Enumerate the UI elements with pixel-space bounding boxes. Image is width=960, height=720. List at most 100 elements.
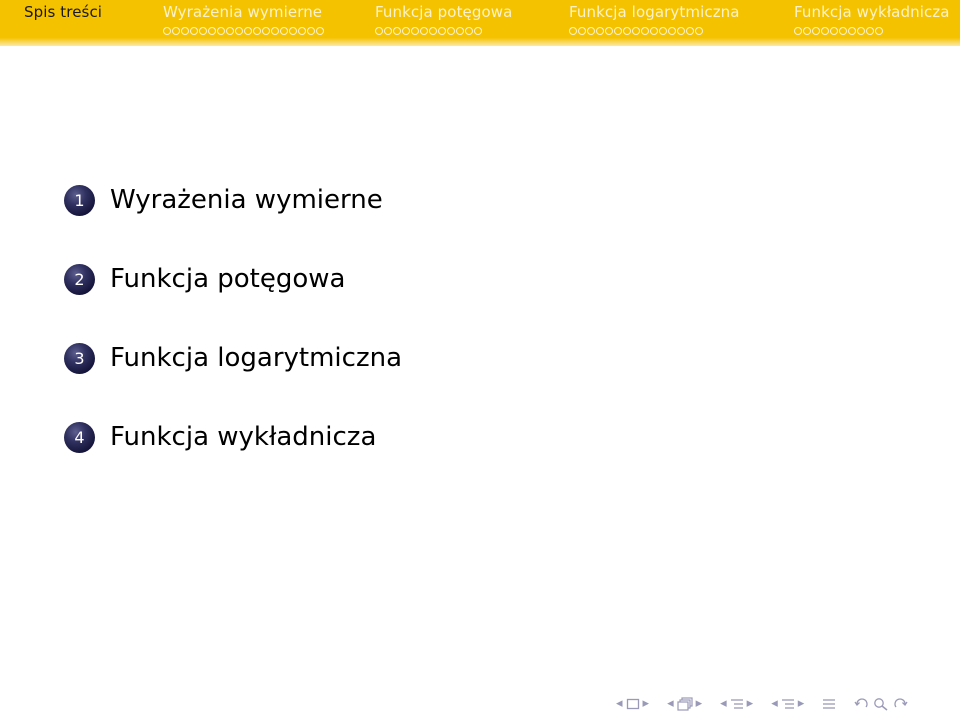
nav-section-title[interactable]: Funkcja wykładnicza: [794, 2, 950, 22]
slide-dot[interactable]: [587, 27, 595, 35]
nav-section-funkcja-wykladnicza[interactable]: Funkcja wykładnicza: [794, 2, 950, 42]
subsection-icon[interactable]: [730, 698, 744, 710]
slide-dot[interactable]: [623, 27, 631, 35]
slide-dot[interactable]: [172, 27, 180, 35]
slide-dot[interactable]: [677, 27, 685, 35]
nav-section-spis-tresci[interactable]: Spis treści: [24, 2, 102, 42]
toc-item-3[interactable]: 3 Funkcja logarytmiczna: [64, 340, 402, 376]
slide-dot[interactable]: [614, 27, 622, 35]
slide-dot[interactable]: [163, 27, 171, 35]
slide-dot[interactable]: [402, 27, 410, 35]
header-nav-bar: Spis treści Wyrażenia wymierne Funkcja p…: [0, 0, 960, 46]
slide-dot[interactable]: [596, 27, 604, 35]
slide-dot[interactable]: [411, 27, 419, 35]
slide-dot[interactable]: [848, 27, 856, 35]
slide-dot[interactable]: [447, 27, 455, 35]
slide-dot[interactable]: [208, 27, 216, 35]
slide-dot[interactable]: [465, 27, 473, 35]
nav-section-title[interactable]: Wyrażenia wymierne: [163, 2, 324, 22]
slide-next-icon[interactable]: ▸: [643, 694, 650, 714]
slide-dot[interactable]: [632, 27, 640, 35]
toc-item-1[interactable]: 1 Wyrażenia wymierne: [64, 182, 402, 218]
slide-dot[interactable]: [641, 27, 649, 35]
align-icon[interactable]: [822, 698, 836, 710]
slide-dot[interactable]: [695, 27, 703, 35]
slide-dot[interactable]: [393, 27, 401, 35]
subsection-next-icon[interactable]: ▸: [747, 694, 754, 714]
slide-dot[interactable]: [316, 27, 324, 35]
slide-dot[interactable]: [253, 27, 261, 35]
slide-dot[interactable]: [438, 27, 446, 35]
slide-dot[interactable]: [686, 27, 694, 35]
slide-dot[interactable]: [659, 27, 667, 35]
slide-dot[interactable]: [262, 27, 270, 35]
section-next-icon[interactable]: ▸: [798, 694, 805, 714]
slide-dots: [163, 27, 324, 36]
redo-icon[interactable]: [892, 697, 908, 711]
slide-dot[interactable]: [420, 27, 428, 35]
slide-dot[interactable]: [650, 27, 658, 35]
slide-dot[interactable]: [830, 27, 838, 35]
slide-dot[interactable]: [244, 27, 252, 35]
slide-dot[interactable]: [190, 27, 198, 35]
slide-dot[interactable]: [235, 27, 243, 35]
nav-section-wyrazenia-wymierne[interactable]: Wyrażenia wymierne: [163, 2, 324, 42]
slide-dot[interactable]: [875, 27, 883, 35]
slide-dot[interactable]: [298, 27, 306, 35]
frame-icon[interactable]: [676, 697, 693, 711]
slide-dots: [794, 27, 950, 36]
slide-dot[interactable]: [289, 27, 297, 35]
beamer-navigation-symbols: ◂ ▸ ◂ ▸ ◂ ▸ ◂ ▸: [616, 694, 908, 714]
toc-item-2[interactable]: 2 Funkcja potęgowa: [64, 261, 402, 297]
slide-prev-icon[interactable]: ◂: [616, 694, 623, 714]
slide-dot[interactable]: [668, 27, 676, 35]
toc-item-label[interactable]: Funkcja wykładnicza: [110, 419, 376, 455]
slide-dot[interactable]: [839, 27, 847, 35]
slide-dot[interactable]: [866, 27, 874, 35]
toc-item-4[interactable]: 4 Funkcja wykładnicza: [64, 419, 402, 455]
table-of-contents: 1 Wyrażenia wymierne 2 Funkcja potęgowa …: [64, 182, 402, 498]
slide-dot[interactable]: [384, 27, 392, 35]
slide-dots: [569, 27, 740, 36]
slide-dot[interactable]: [217, 27, 225, 35]
undo-icon[interactable]: [854, 697, 870, 711]
nav-section-funkcja-logarytmiczna[interactable]: Funkcja logarytmiczna: [569, 2, 740, 42]
slide-dot[interactable]: [569, 27, 577, 35]
toc-item-label[interactable]: Wyrażenia wymierne: [110, 182, 383, 218]
toc-item-label[interactable]: Funkcja potęgowa: [110, 261, 345, 297]
subsection-prev-icon[interactable]: ◂: [720, 694, 727, 714]
slide-dot[interactable]: [821, 27, 829, 35]
slide-icon[interactable]: [626, 698, 640, 710]
nav-section-title[interactable]: Funkcja logarytmiczna: [569, 2, 740, 22]
slide-dot[interactable]: [794, 27, 802, 35]
slide-dot[interactable]: [375, 27, 383, 35]
frame-prev-icon[interactable]: ◂: [667, 694, 674, 714]
slide-dot[interactable]: [578, 27, 586, 35]
slide-dot[interactable]: [857, 27, 865, 35]
toc-number-ball: 4: [64, 421, 95, 453]
slide-dot[interactable]: [199, 27, 207, 35]
toc-number-ball: 1: [64, 184, 95, 216]
nav-section-title[interactable]: Spis treści: [24, 2, 102, 22]
slide-dots: [375, 27, 512, 36]
slide-dot[interactable]: [803, 27, 811, 35]
slide-dot[interactable]: [605, 27, 613, 35]
slide-dot[interactable]: [271, 27, 279, 35]
slide-dot[interactable]: [226, 27, 234, 35]
search-icon[interactable]: [873, 697, 889, 711]
toc-number-ball: 2: [64, 263, 95, 295]
nav-section-funkcja-potegowa[interactable]: Funkcja potęgowa: [375, 2, 512, 42]
slide-dot[interactable]: [812, 27, 820, 35]
toc-item-label[interactable]: Funkcja logarytmiczna: [110, 340, 402, 376]
slide-dot[interactable]: [429, 27, 437, 35]
slide-dot[interactable]: [181, 27, 189, 35]
slide-dot[interactable]: [456, 27, 464, 35]
nav-section-title[interactable]: Funkcja potęgowa: [375, 2, 512, 22]
slide-dot[interactable]: [307, 27, 315, 35]
toc-number-ball: 3: [64, 342, 95, 374]
section-prev-icon[interactable]: ◂: [771, 694, 778, 714]
slide-dot[interactable]: [474, 27, 482, 35]
slide-dot[interactable]: [280, 27, 288, 35]
section-icon[interactable]: [781, 698, 795, 710]
frame-next-icon[interactable]: ▸: [696, 694, 703, 714]
